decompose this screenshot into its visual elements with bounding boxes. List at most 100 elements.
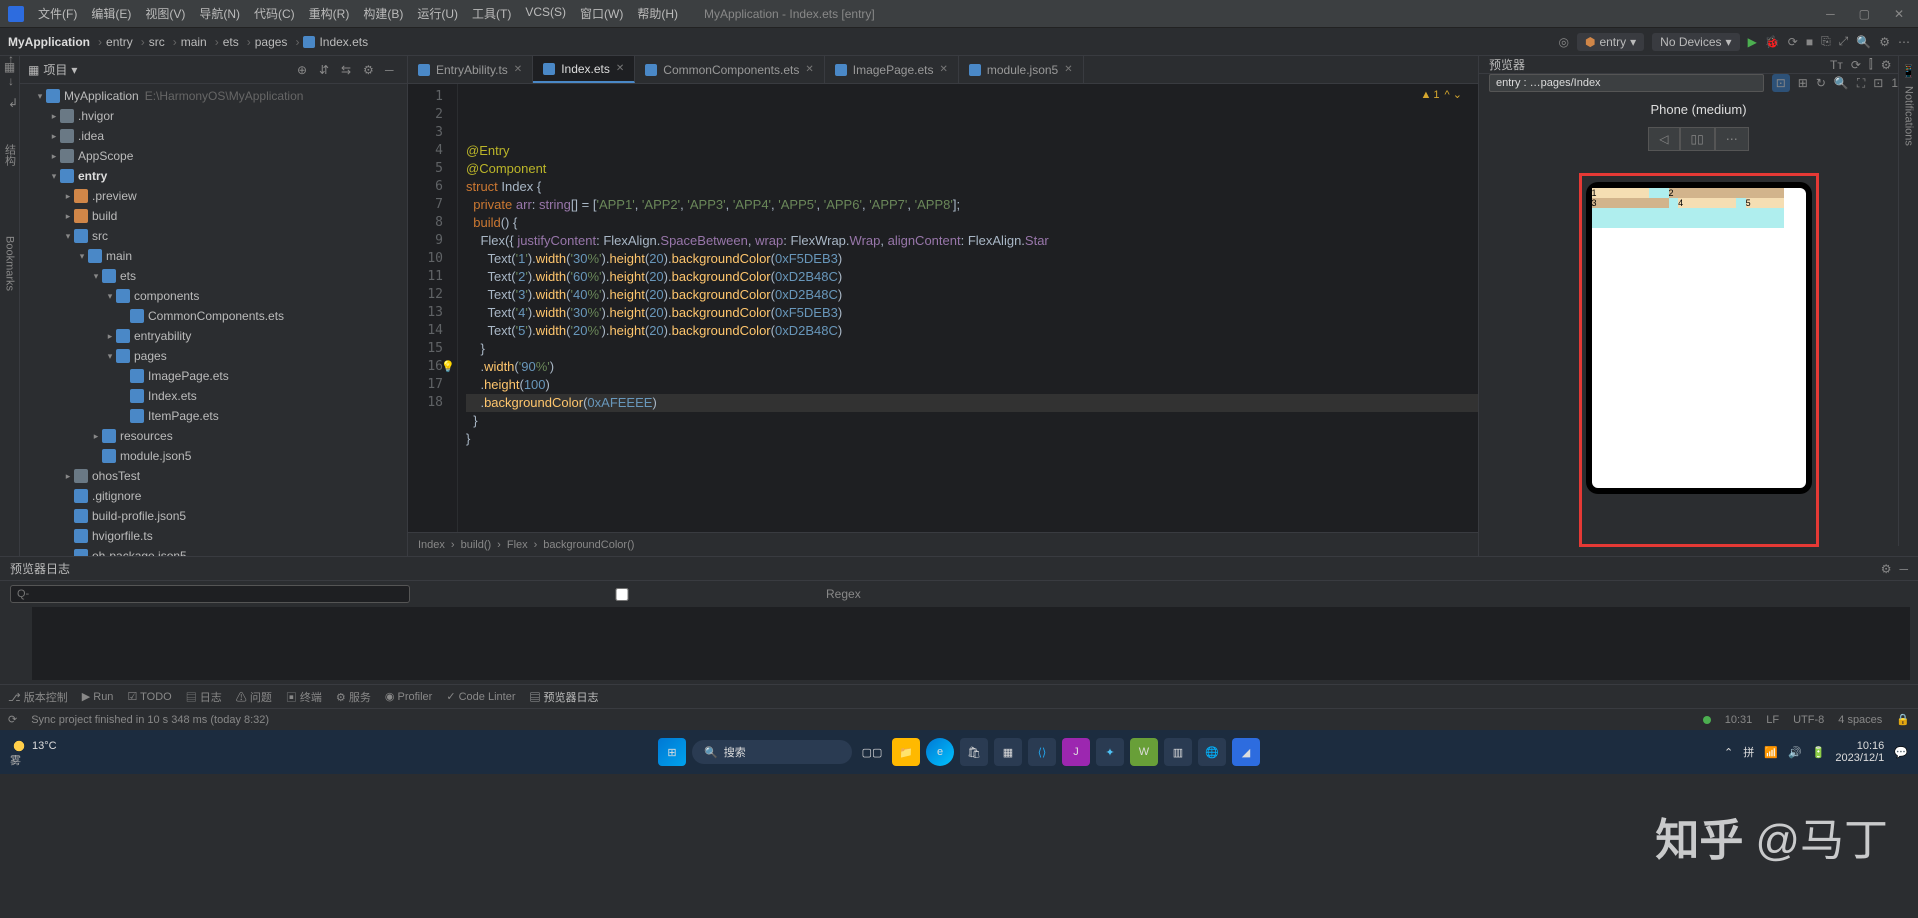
scroll-down-icon[interactable]: ↓: [8, 74, 18, 88]
code-line[interactable]: Text('4').width('30%').height(20).backgr…: [466, 304, 1478, 322]
tree-node[interactable]: ▸ohosTest: [20, 466, 407, 486]
taskbar-search[interactable]: 🔍 搜索: [692, 740, 852, 764]
locate-icon[interactable]: ⊕: [297, 63, 311, 77]
settings-icon[interactable]: ⚙: [1879, 35, 1890, 49]
breadcrumb-file[interactable]: Index.ets: [303, 35, 368, 49]
code-line[interactable]: .height(100): [466, 376, 1478, 394]
fit-icon[interactable]: ⊡: [1873, 76, 1883, 90]
regex-checkbox[interactable]: Regex: [422, 587, 861, 601]
run-module-combo[interactable]: ⬢entry▾: [1577, 33, 1644, 51]
tree-node[interactable]: ItemPage.ets: [20, 406, 407, 426]
tree-arrow-icon[interactable]: ▾: [90, 271, 102, 282]
ime-icon[interactable]: 拼: [1743, 744, 1754, 760]
settings-icon[interactable]: ⚙: [1881, 562, 1892, 576]
tree-node[interactable]: ▸resources: [20, 426, 407, 446]
tree-node[interactable]: ▾components: [20, 286, 407, 306]
hide-icon[interactable]: ─: [1899, 562, 1908, 576]
chevron-up-icon[interactable]: ⌃: [1724, 746, 1733, 759]
device-combo[interactable]: No Devices▾: [1652, 33, 1739, 51]
tree-node[interactable]: oh-package.json5: [20, 546, 407, 556]
close-tab-icon[interactable]: ✕: [939, 64, 947, 75]
wifi-icon[interactable]: 📶: [1764, 746, 1778, 759]
target-icon[interactable]: ◎: [1558, 35, 1568, 49]
log-output[interactable]: [32, 607, 1910, 680]
menu-item[interactable]: 窗口(W): [574, 3, 629, 24]
close-tab-icon[interactable]: ✕: [514, 64, 522, 75]
inspect-icon[interactable]: ⫿: [1869, 57, 1873, 72]
menu-item[interactable]: 构建(B): [357, 3, 409, 24]
settings-icon[interactable]: ⚙: [363, 63, 377, 77]
tree-node[interactable]: ImagePage.ets: [20, 366, 407, 386]
editor-tab[interactable]: ImagePage.ets✕: [825, 56, 959, 83]
bottom-tool-tab[interactable]: ◉ Profiler: [385, 690, 433, 703]
tree-node[interactable]: ▾ets: [20, 266, 407, 286]
code-line[interactable]: build() {: [466, 214, 1478, 232]
search-icon[interactable]: 🔍: [1856, 35, 1871, 49]
inspection-badge[interactable]: ▲1 ^ ⌄: [1420, 86, 1462, 104]
log-search-input[interactable]: [10, 585, 410, 603]
tree-arrow-icon[interactable]: ▾: [76, 251, 88, 262]
tree-node[interactable]: ▾entry: [20, 166, 407, 186]
tree-node[interactable]: module.json5: [20, 446, 407, 466]
system-tray[interactable]: ⌃ 拼 📶 🔊 🔋 10:162023/12/1 💬: [1724, 740, 1908, 764]
bottom-tool-tab[interactable]: ▶ Run: [82, 690, 114, 703]
code-line[interactable]: struct Index {: [466, 178, 1478, 196]
zoom-icon[interactable]: 🔍: [1834, 76, 1849, 90]
menu-item[interactable]: 工具(T): [466, 3, 517, 24]
breadcrumb-item[interactable]: pages: [255, 35, 288, 49]
tree-node[interactable]: ▾src: [20, 226, 407, 246]
more-device-button[interactable]: ⋯: [1715, 127, 1749, 151]
prev-device-button[interactable]: ◁: [1648, 127, 1679, 151]
close-tab-icon[interactable]: ✕: [1064, 64, 1072, 75]
breadcrumb-item[interactable]: entry: [106, 35, 133, 49]
editor-tab[interactable]: CommonComponents.ets✕: [635, 56, 824, 83]
project-tree[interactable]: ▾MyApplicationE:\HarmonyOS\MyApplication…: [20, 84, 407, 556]
refresh-icon[interactable]: ⟳: [1851, 58, 1861, 72]
tree-arrow-icon[interactable]: ▾: [48, 171, 60, 182]
expand-icon[interactable]: ⇵: [319, 63, 333, 77]
toolbar-icon[interactable]: ⎘: [1821, 34, 1831, 49]
locate-icon[interactable]: ⊡: [1772, 74, 1790, 92]
indent-setting[interactable]: 4 spaces: [1838, 714, 1882, 726]
volume-icon[interactable]: 🔊: [1788, 746, 1802, 759]
notifications-tab[interactable]: Notifications: [1903, 86, 1915, 146]
tree-arrow-icon[interactable]: ▸: [62, 211, 74, 222]
stop-button[interactable]: ■: [1806, 35, 1813, 49]
editor-crumb[interactable]: backgroundColor(): [543, 539, 634, 551]
tree-node[interactable]: ▸AppScope: [20, 146, 407, 166]
sync-icon[interactable]: ⟳: [8, 713, 17, 726]
editor-tab[interactable]: EntryAbility.ts✕: [408, 56, 533, 83]
code-line[interactable]: .width('90%'): [466, 358, 1478, 376]
tree-arrow-icon[interactable]: ▾: [104, 291, 116, 302]
split-device-button[interactable]: ▯▯: [1680, 127, 1715, 151]
breadcrumb-item[interactable]: src: [149, 35, 165, 49]
tree-node[interactable]: ▾pages: [20, 346, 407, 366]
edge-icon[interactable]: e: [926, 738, 954, 766]
previewer-tool-icon[interactable]: 📱: [1901, 64, 1916, 78]
tree-arrow-icon[interactable]: ▾: [34, 91, 46, 102]
menu-item[interactable]: VCS(S): [519, 3, 572, 24]
tree-arrow-icon[interactable]: ▾: [104, 351, 116, 362]
toolbar-icon[interactable]: ⤢: [1839, 34, 1849, 49]
app-icon[interactable]: W: [1130, 738, 1158, 766]
code-editor[interactable]: ▲1 ^ ⌄ @Entry@Componentstruct Index { pr…: [458, 84, 1478, 532]
tree-node[interactable]: ▸.preview: [20, 186, 407, 206]
bottom-tool-tab[interactable]: ⚠ 问题: [236, 689, 272, 705]
vscode-icon[interactable]: ⟨⟩: [1028, 738, 1056, 766]
tree-arrow-icon[interactable]: ▸: [48, 151, 60, 162]
breadcrumb-item[interactable]: ets: [223, 35, 239, 49]
tree-node[interactable]: Index.ets: [20, 386, 407, 406]
structure-tab[interactable]: 结构: [2, 144, 18, 166]
start-button[interactable]: ⊞: [658, 738, 686, 766]
lock-icon[interactable]: 🔒: [1896, 713, 1910, 726]
minimize-button[interactable]: ─: [1820, 5, 1841, 23]
tree-node[interactable]: hvigorfile.ts: [20, 526, 407, 546]
close-tab-icon[interactable]: ✕: [616, 63, 624, 74]
breadcrumb-item[interactable]: main: [181, 35, 207, 49]
scroll-up-icon[interactable]: ↑: [8, 52, 18, 66]
code-line[interactable]: }: [466, 412, 1478, 430]
phone-screen[interactable]: 1 2 3 4 5: [1592, 188, 1806, 488]
maximize-button[interactable]: ▢: [1853, 5, 1876, 23]
settings-icon[interactable]: ⚙: [1881, 58, 1892, 72]
code-line[interactable]: private arr: string[] = ['APP1', 'APP2',…: [466, 196, 1478, 214]
